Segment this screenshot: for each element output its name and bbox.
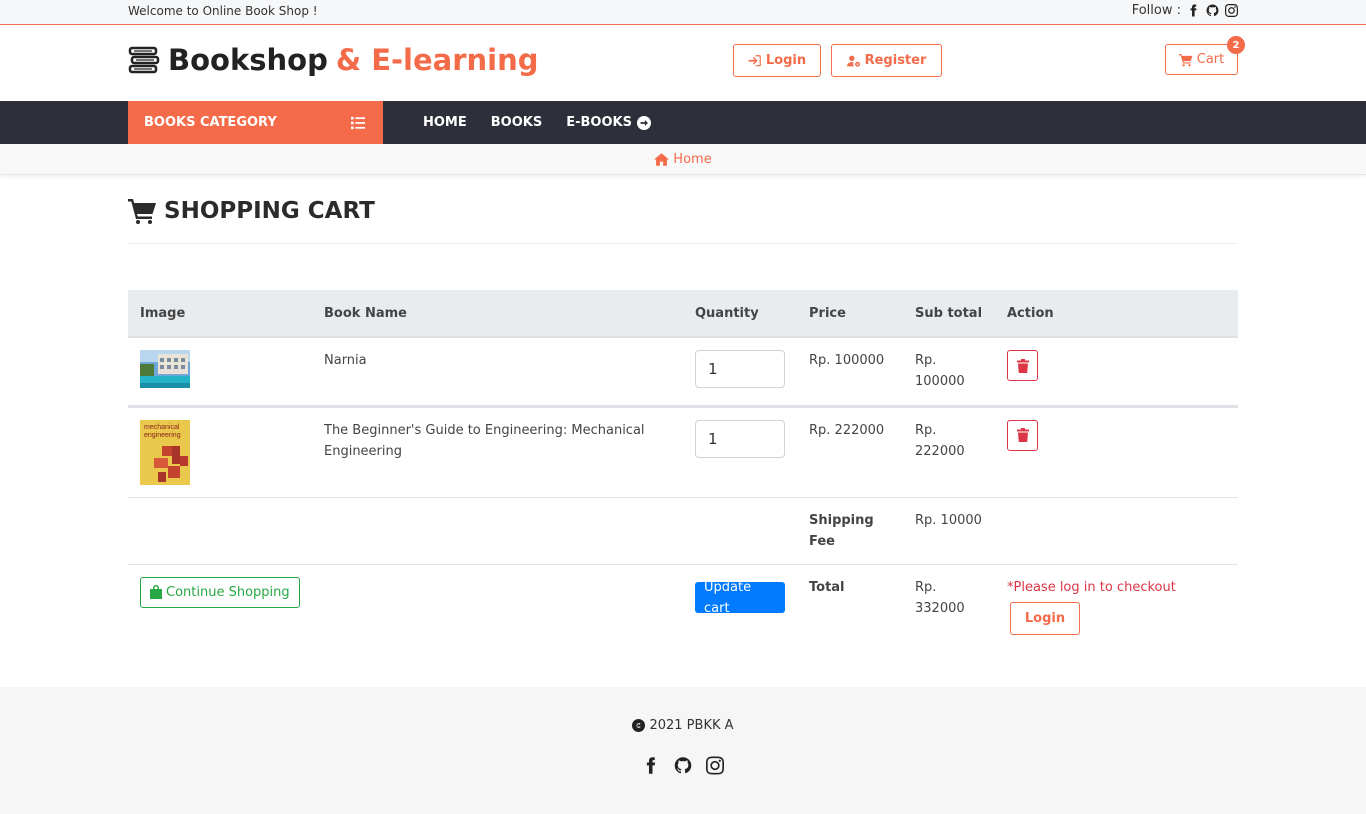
total-label: Total — [797, 563, 903, 647]
cell-quantity — [683, 404, 797, 497]
register-label: Register — [864, 53, 927, 68]
col-image: Image — [128, 290, 312, 338]
home-icon — [654, 152, 670, 166]
nav-books[interactable]: BOOKS — [491, 115, 542, 130]
title-divider — [128, 243, 1238, 244]
col-book-name: Book Name — [312, 290, 683, 338]
github-icon[interactable] — [1206, 4, 1219, 17]
main-nav: BOOKS CATEGORY HOME BOOKS E-BOOKS — [0, 101, 1366, 144]
cart-count-badge: 2 — [1227, 36, 1245, 54]
brand-accent: & E-learning — [335, 43, 539, 77]
nav-links: HOME BOOKS E-BOOKS — [423, 101, 651, 144]
table-row: Narnia Rp. 100000 Rp. 100000 — [128, 336, 1238, 406]
cell-action — [995, 404, 1238, 497]
total-row: Continue Shopping Update cart Total Rp. … — [128, 563, 1238, 647]
instagram-icon[interactable] — [1225, 4, 1238, 17]
follow-label: Follow : — [1131, 3, 1181, 18]
checkout-warning: *Please log in to checkout — [1007, 579, 1176, 595]
continue-shopping-button[interactable]: Continue Shopping — [140, 576, 300, 608]
brand-logo[interactable]: Bookshop & E-learning — [128, 43, 539, 77]
facebook-icon[interactable] — [1187, 4, 1200, 17]
copyright: 2021 PBKK A — [0, 718, 1366, 733]
cell-subtotal: Rp. 100000 — [903, 336, 995, 406]
cell-image: mechanical engineering — [128, 404, 312, 497]
table-header-row: Image Book Name Quantity Price Sub total… — [128, 290, 1238, 338]
page-title-text: SHOPPING CART — [164, 198, 375, 224]
copyright-icon — [632, 719, 646, 732]
user-cog-icon — [846, 55, 860, 67]
sign-in-icon — [748, 54, 761, 66]
books-category-label: BOOKS CATEGORY — [144, 115, 277, 130]
shipping-value: Rp. 10000 — [903, 496, 995, 564]
quantity-input[interactable] — [695, 350, 785, 388]
table-row: mechanical engineering The Beginner's Gu… — [128, 404, 1238, 497]
update-cart-button[interactable]: Update cart — [695, 580, 785, 616]
book-cover-mechanical-engineering[interactable]: mechanical engineering — [140, 419, 190, 485]
trash-icon — [1016, 428, 1029, 442]
site-footer: 2021 PBKK A — [0, 687, 1366, 814]
cell-book-name: The Beginner's Guide to Engineering: Mec… — [312, 404, 683, 497]
col-action: Action — [995, 290, 1238, 338]
total-value: Rp. 332000 — [903, 563, 995, 647]
github-icon[interactable] — [674, 756, 692, 775]
cart-icon — [1178, 53, 1193, 66]
col-quantity: Quantity — [683, 290, 797, 338]
list-icon — [351, 116, 365, 129]
nav-ebooks[interactable]: E-BOOKS — [566, 115, 651, 130]
cart-button[interactable]: Cart 2 — [1165, 36, 1245, 75]
books-category-dropdown[interactable]: BOOKS CATEGORY — [128, 101, 383, 144]
instagram-icon[interactable] — [706, 756, 724, 775]
welcome-text: Welcome to Online Book Shop ! — [128, 4, 318, 18]
shopping-cart-icon — [128, 199, 156, 224]
shopping-bag-icon — [150, 585, 162, 599]
nav-ebooks-label: E-BOOKS — [566, 115, 632, 130]
cell-book-name: Narnia — [312, 336, 683, 406]
copyright-text: 2021 PBKK A — [649, 718, 734, 733]
quantity-input[interactable] — [695, 419, 785, 458]
top-bar: Welcome to Online Book Shop ! Follow : — [0, 0, 1366, 25]
svg-text:engineering: engineering — [144, 432, 181, 439]
cart-table: Image Book Name Quantity Price Sub total… — [128, 290, 1238, 647]
shipping-label: Shipping Fee — [797, 496, 903, 564]
continue-shopping-label: Continue Shopping — [166, 584, 290, 600]
footer-social — [0, 756, 1366, 775]
books-icon — [128, 46, 160, 74]
brand-name: Bookshop — [168, 43, 328, 77]
facebook-icon[interactable] — [642, 756, 660, 775]
register-button[interactable]: Register — [831, 44, 942, 77]
cell-action — [995, 336, 1238, 406]
nav-home[interactable]: HOME — [423, 115, 467, 130]
checkout-login-button[interactable]: Login — [1010, 601, 1080, 635]
follow-links: Follow : — [1132, 3, 1238, 18]
col-subtotal: Sub total — [903, 290, 995, 338]
login-label: Login — [765, 53, 807, 68]
cell-price: Rp. 222000 — [797, 404, 903, 497]
delete-item-button[interactable] — [1007, 419, 1038, 451]
book-cover-narnia[interactable] — [140, 350, 190, 388]
site-header: Bookshop & E-learning Login Register Car… — [0, 26, 1366, 101]
login-button[interactable]: Login — [733, 44, 821, 77]
breadcrumb: Home — [0, 144, 1366, 175]
cell-image — [128, 336, 312, 406]
delete-item-button[interactable] — [1007, 350, 1038, 381]
shipping-row: Shipping Fee Rp. 10000 — [128, 496, 1238, 564]
arrow-circle-right-icon — [636, 115, 651, 130]
trash-icon — [1016, 358, 1029, 373]
cell-price: Rp. 100000 — [797, 336, 903, 406]
svg-text:mechanical: mechanical — [144, 424, 180, 431]
cell-subtotal: Rp. 222000 — [903, 404, 995, 497]
col-price: Price — [797, 290, 903, 338]
page-title: SHOPPING CART — [128, 198, 375, 224]
breadcrumb-home[interactable]: Home — [673, 152, 711, 167]
cart-label: Cart — [1196, 52, 1225, 67]
cell-quantity — [683, 336, 797, 406]
